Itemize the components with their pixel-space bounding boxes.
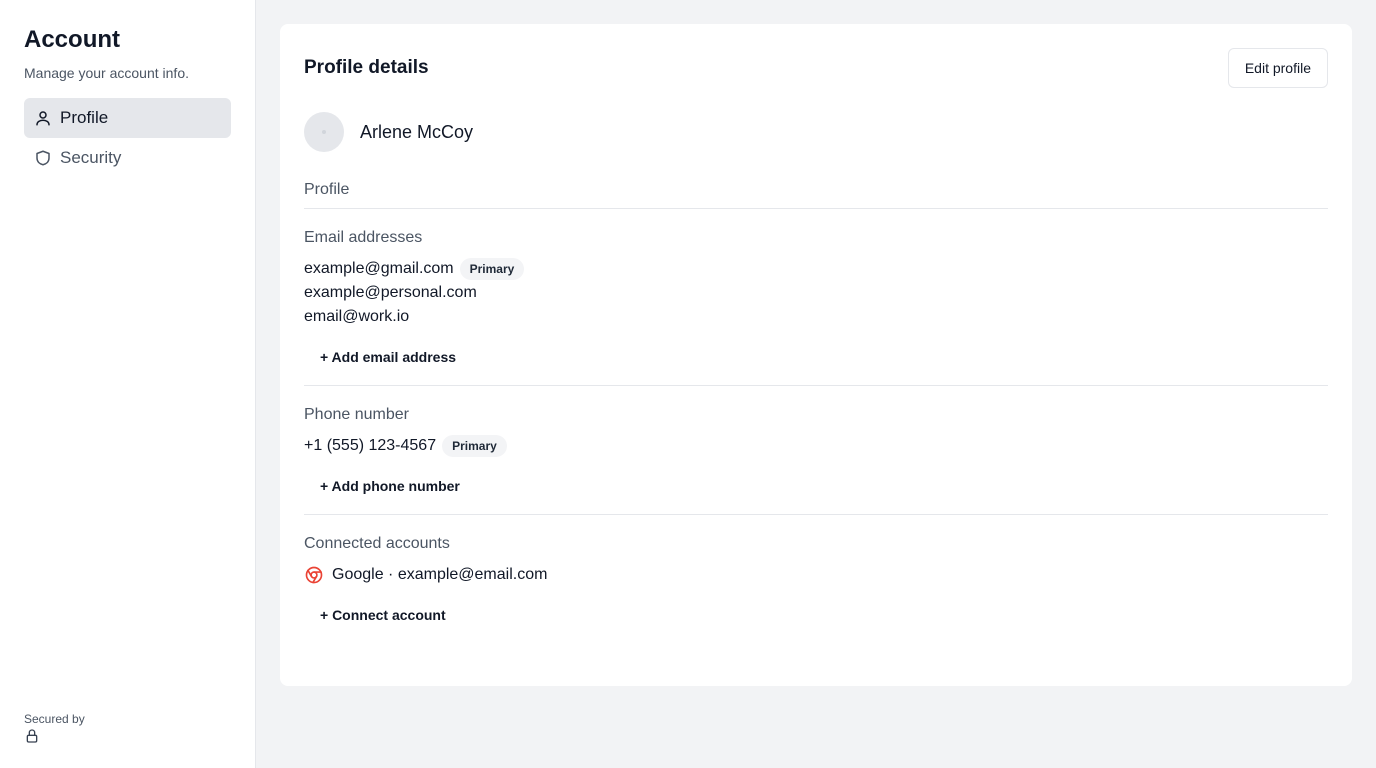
add-email-button[interactable]: + Add email address xyxy=(304,343,472,371)
sidebar-nav: Profile Security xyxy=(24,98,231,178)
page-title: Profile details xyxy=(304,57,429,78)
email-address: email@work.io xyxy=(304,308,410,325)
phone-number: +1 (555) 123-4567 xyxy=(304,437,437,454)
lock-icon xyxy=(24,728,40,744)
email-section-label: Email addresses xyxy=(304,229,423,246)
user-icon xyxy=(34,109,52,127)
email-address: example@gmail.com xyxy=(304,260,454,277)
primary-badge: Primary xyxy=(459,258,525,280)
phone-item: +1 (555) 123-4567 Primary xyxy=(304,434,1328,458)
edit-profile-button[interactable]: Edit profile xyxy=(1227,48,1328,88)
connected-accounts-section: Connected accounts Google · example@emai… xyxy=(304,515,1328,629)
sidebar-item-label: Profile xyxy=(60,108,109,127)
email-item: email@work.io xyxy=(304,305,1328,329)
add-phone-button[interactable]: + Add phone number xyxy=(304,472,476,500)
primary-badge: Primary xyxy=(442,435,507,457)
sidebar-item-security[interactable]: Security xyxy=(24,138,231,178)
email-section: Email addresses example@gmail.com Primar… xyxy=(304,209,1328,385)
email-item: example@gmail.com Primary xyxy=(304,257,1328,281)
profile-summary: Arlene McCoy xyxy=(304,112,1328,152)
email-list: example@gmail.com Primary example@person… xyxy=(304,257,1328,329)
google-icon xyxy=(304,565,324,585)
sidebar-item-profile[interactable]: Profile xyxy=(24,98,231,138)
email-address: example@personal.com xyxy=(304,284,477,301)
shield-icon xyxy=(34,149,52,167)
user-name: Arlene McCoy xyxy=(360,121,474,142)
connected-accounts-label: Connected accounts xyxy=(304,535,450,552)
sidebar: Account Manage your account info. Profil… xyxy=(0,0,256,768)
phone-section: Phone number +1 (555) 123-4567 Primary +… xyxy=(304,386,1328,514)
profile-section-label: Profile xyxy=(304,181,350,198)
connected-account-item: Google · example@email.com xyxy=(304,563,1328,587)
connect-account-button[interactable]: + Connect account xyxy=(304,601,462,629)
sidebar-item-label: Security xyxy=(60,148,122,167)
secured-by-label: Secured by xyxy=(24,712,85,726)
card-header: Profile details Edit profile xyxy=(304,48,1328,88)
avatar[interactable] xyxy=(304,112,344,152)
phone-section-label: Phone number xyxy=(304,406,409,423)
connected-account-text: Google · example@email.com xyxy=(332,566,548,583)
email-item: example@personal.com xyxy=(304,281,1328,305)
profile-card: Profile details Edit profile Arlene McCo… xyxy=(280,24,1352,686)
main-content: Profile details Edit profile Arlene McCo… xyxy=(256,0,1376,768)
sidebar-subtitle: Manage your account info. xyxy=(24,65,189,81)
sidebar-title: Account xyxy=(24,26,120,53)
app: Account Manage your account info. Profil… xyxy=(0,0,1376,768)
secured-by: Secured by xyxy=(24,712,85,744)
